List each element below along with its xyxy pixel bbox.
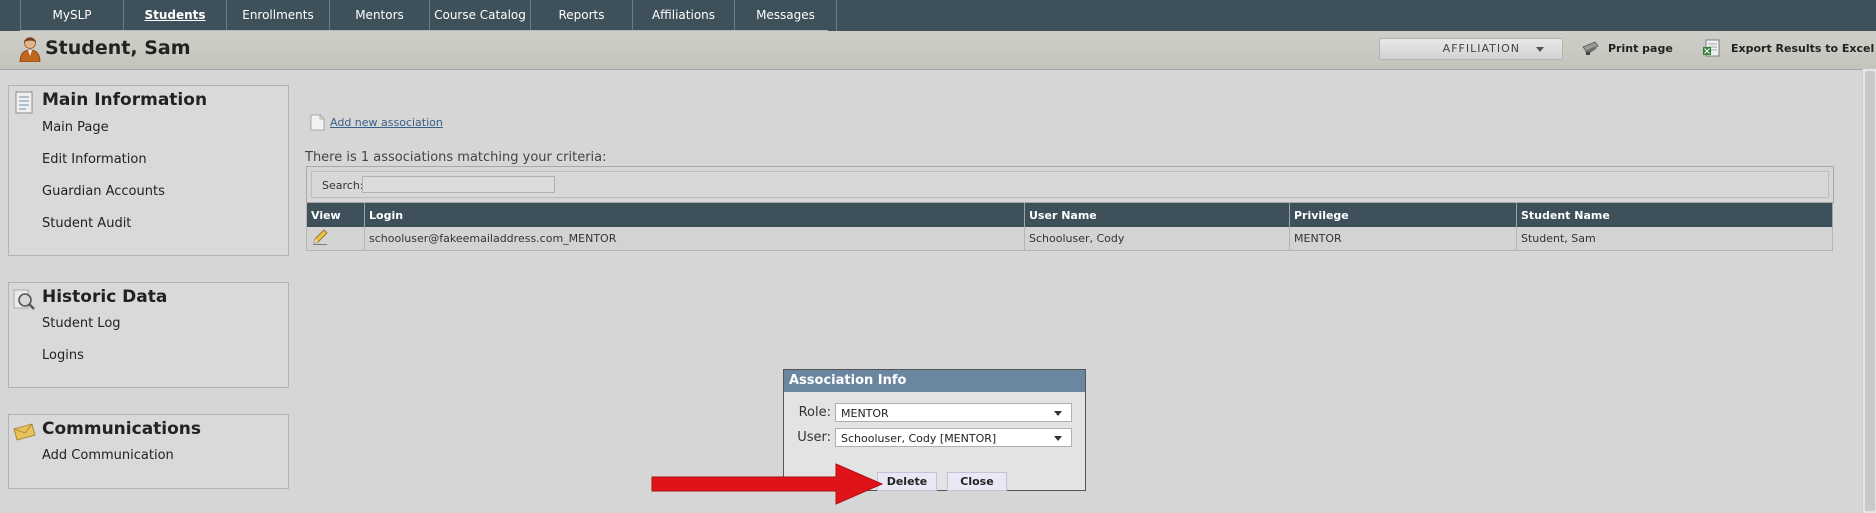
delete-button[interactable]: Delete: [877, 472, 937, 491]
edit-pencil-icon[interactable]: [311, 228, 329, 246]
main-information-heading: Main Information: [42, 90, 208, 110]
scrollbar-thumb[interactable]: [1865, 71, 1875, 511]
chevron-down-icon: [1054, 411, 1062, 416]
role-select[interactable]: MENTOR: [835, 403, 1072, 422]
print-page-button[interactable]: Print page: [1580, 38, 1673, 58]
view-cell[interactable]: [306, 227, 365, 251]
student-name-cell: Student, Sam: [1516, 227, 1833, 251]
sidebar-item-main-page[interactable]: Main Page: [42, 120, 109, 135]
tab-enrollments[interactable]: Enrollments: [226, 0, 329, 31]
add-association-link[interactable]: Add new association: [310, 114, 443, 131]
dialog-title: Association Info: [784, 370, 1085, 392]
nav-tabs: MySLP Students Enrollments Mentors Cours…: [20, 0, 837, 31]
role-label: Role:: [798, 405, 831, 420]
sidebar-item-logins[interactable]: Logins: [42, 348, 84, 363]
communications-heading: Communications: [42, 419, 202, 439]
new-document-icon: [310, 114, 325, 131]
user-value: Schooluser, Cody [MENTOR]: [841, 432, 997, 445]
user-row: User: Schooluser, Cody [MENTOR]: [784, 428, 1072, 447]
column-header-login[interactable]: Login: [364, 203, 1025, 227]
tab-label: Reports: [558, 8, 605, 22]
tab-course-catalog[interactable]: Course Catalog: [429, 0, 530, 31]
column-header-view[interactable]: View: [306, 203, 365, 227]
tab-label: Enrollments: [242, 8, 314, 22]
sidebar-item-add-communication[interactable]: Add Communication: [42, 448, 174, 463]
role-row: Role: MENTOR: [784, 403, 1072, 422]
magnifier-icon: [13, 289, 35, 310]
sidebar-item-edit-information[interactable]: Edit Information: [42, 152, 147, 167]
sidebar-item-guardian-accounts[interactable]: Guardian Accounts: [42, 184, 165, 199]
search-row: Search:: [311, 171, 1829, 198]
associations-table: View Login User Name Privilege Student N…: [306, 203, 1833, 251]
search-label: Search:: [322, 179, 364, 192]
user-select[interactable]: Schooluser, Cody [MENTOR]: [835, 428, 1072, 447]
communications-panel: Communications Add Communication: [8, 414, 289, 489]
results-count-text: There is 1 associations matching your cr…: [305, 150, 607, 165]
student-person-icon: [19, 37, 41, 62]
historic-data-heading: Historic Data: [42, 287, 168, 307]
search-toolbar: Search:: [306, 166, 1834, 203]
sidebar-item-student-audit[interactable]: Student Audit: [42, 216, 131, 231]
table-row: schooluser@fakeemailaddress.com_MENTOR S…: [306, 227, 1833, 251]
tab-mentors[interactable]: Mentors: [329, 0, 429, 31]
close-button[interactable]: Close: [947, 472, 1007, 491]
page-title: Student, Sam: [45, 37, 191, 59]
excel-icon: [1703, 39, 1720, 57]
role-value: MENTOR: [841, 407, 889, 420]
user-name-cell: Schooluser, Cody: [1024, 227, 1290, 251]
column-header-student-name[interactable]: Student Name: [1516, 203, 1833, 227]
affiliation-dropdown[interactable]: AFFILIATION: [1379, 38, 1563, 60]
page-header: Student, Sam AFFILIATION Print page Expo…: [0, 31, 1876, 70]
chevron-down-icon: [1536, 47, 1544, 52]
tab-affiliations[interactable]: Affiliations: [632, 0, 734, 31]
affiliation-label: AFFILIATION: [1442, 42, 1520, 55]
vertical-scrollbar[interactable]: [1862, 69, 1876, 513]
tab-label: Messages: [756, 8, 815, 22]
search-input[interactable]: [362, 176, 555, 193]
print-label: Print page: [1608, 41, 1673, 55]
printer-icon: [1582, 41, 1599, 55]
top-navigation: MySLP Students Enrollments Mentors Cours…: [0, 0, 1876, 31]
historic-data-panel: Historic Data Student Log Logins: [8, 282, 289, 388]
chevron-down-icon: [1054, 436, 1062, 441]
tab-reports[interactable]: Reports: [530, 0, 632, 31]
tab-label: Affiliations: [651, 8, 716, 22]
login-cell: schooluser@fakeemailaddress.com_MENTOR: [364, 227, 1025, 251]
user-label: User:: [797, 430, 831, 445]
add-association-label[interactable]: Add new association: [330, 116, 443, 129]
red-arrow-annotation: [651, 463, 884, 505]
privilege-cell: MENTOR: [1289, 227, 1517, 251]
main-information-panel: Main Information Main Page Edit Informat…: [8, 85, 289, 256]
tab-label: MySLP: [52, 8, 92, 22]
export-excel-button[interactable]: Export Results to Excel: [1703, 38, 1874, 58]
tab-messages[interactable]: Messages: [734, 0, 837, 31]
column-header-user-name[interactable]: User Name: [1024, 203, 1290, 227]
envelope-icon: [13, 423, 36, 441]
column-header-privilege[interactable]: Privilege: [1289, 203, 1517, 227]
tab-myslp[interactable]: MySLP: [20, 0, 123, 31]
tab-label: Course Catalog: [434, 8, 526, 22]
tab-label: Mentors: [355, 8, 404, 22]
table-header-row: View Login User Name Privilege Student N…: [306, 203, 1833, 227]
tab-students[interactable]: Students: [123, 0, 226, 31]
sidebar-item-student-log[interactable]: Student Log: [42, 316, 121, 331]
document-icon: [15, 91, 33, 114]
tab-label: Students: [144, 8, 206, 22]
export-label: Export Results to Excel: [1731, 41, 1875, 55]
